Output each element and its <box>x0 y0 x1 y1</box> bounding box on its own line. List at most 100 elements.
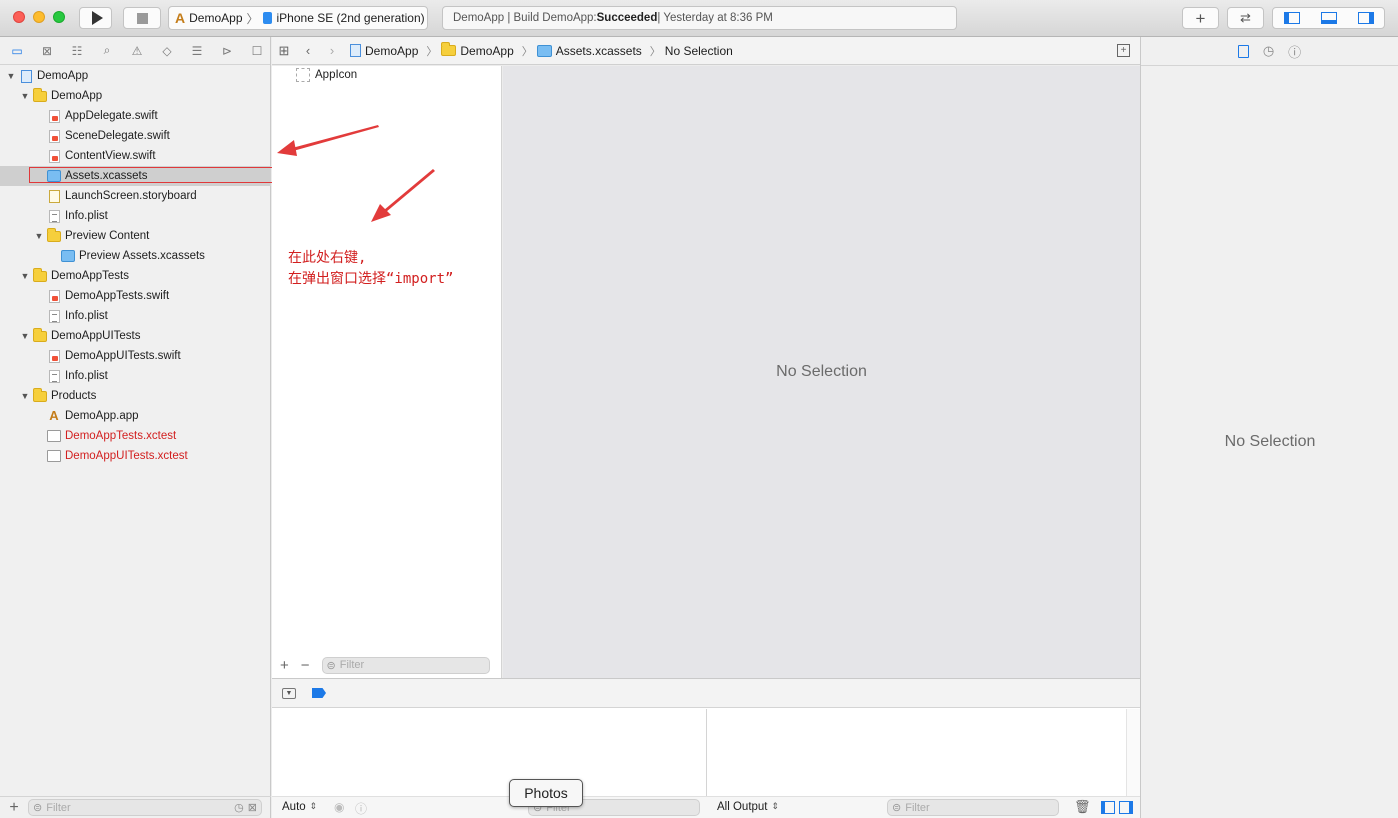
navigator-item[interactable]: DemoAppUITests.xctest <box>0 446 271 466</box>
quick-look-eye-icon[interactable]: ◉ <box>334 800 344 814</box>
toggle-navigator-icon[interactable] <box>1283 12 1300 24</box>
test-bundle-icon <box>47 449 61 463</box>
navigator-item-label: SceneDelegate.swift <box>65 130 170 142</box>
show-variables-view-icon[interactable] <box>1101 801 1115 814</box>
zoom-window-button[interactable] <box>53 11 65 23</box>
asset-item-appicon[interactable]: AppIcon <box>296 68 357 82</box>
console-filter-field[interactable]: ⊜ Filter <box>887 799 1059 816</box>
report-icon[interactable]: ☐ <box>246 42 268 60</box>
navigator-filter-placeholder: Filter <box>46 801 71 814</box>
console-output-select[interactable]: All Output ⇕ <box>717 801 779 813</box>
breadcrumb-label: No Selection <box>664 43 733 58</box>
navigator-item[interactable]: ▼ DemoApp <box>0 86 271 106</box>
window-toolbar: A DemoApp 〉 iPhone SE (2nd generation) D… <box>0 0 1398 37</box>
add-asset-button[interactable]: + <box>280 657 289 674</box>
disclosure-triangle-icon[interactable]: ▼ <box>6 71 16 81</box>
quick-help-icon[interactable]: ⓘ <box>1288 42 1301 61</box>
asset-catalog-list[interactable]: AppIcon 在此处右键, 在弹出窗口选择“import” + − ⊜ Fil… <box>272 66 502 678</box>
navigator-item[interactable]: ▼ DemoApp <box>0 66 271 86</box>
related-items-icon[interactable]: ⊞ <box>272 43 296 59</box>
navigator-item-label: DemoAppTests.swift <box>65 290 170 302</box>
status-suffix: | Yesterday at 8:36 PM <box>657 12 773 24</box>
chevron-updown-icon: ⇕ <box>309 801 318 811</box>
navigator-item-label: Preview Assets.xcassets <box>79 250 205 262</box>
add-file-button[interactable]: + <box>0 799 28 817</box>
breadcrumb-group[interactable]: DemoApp <box>441 42 514 58</box>
swift-file-icon <box>47 109 61 123</box>
disclosure-triangle-icon[interactable]: ▼ <box>20 271 30 281</box>
find-icon[interactable]: ⌕ <box>96 42 118 60</box>
navigator-item-label: LaunchScreen.storyboard <box>65 190 197 202</box>
debug-icon[interactable]: ☰ <box>186 42 208 60</box>
breadcrumb-file[interactable]: Assets.xcassets <box>536 44 642 58</box>
navigator-item[interactable]: AppDelegate.swift <box>0 106 271 126</box>
test-icon[interactable]: ◇ <box>156 42 178 60</box>
minimize-window-button[interactable] <box>33 11 45 23</box>
navigator-item[interactable]: ▼ DemoAppTests <box>0 266 271 286</box>
status-prefix: DemoApp | Build DemoApp: <box>453 12 597 24</box>
disclosure-triangle-icon[interactable]: ▼ <box>20 91 30 101</box>
issue-icon[interactable]: ⚠ <box>126 42 148 60</box>
variables-scope-select[interactable]: Auto ⇕ <box>282 801 317 813</box>
info-icon[interactable]: ⓘ <box>355 800 367 817</box>
navigator-item-label: DemoApp <box>37 70 89 82</box>
storyboard-file-icon <box>47 189 61 203</box>
navigator-item[interactable]: ▼ Preview Content <box>0 226 271 246</box>
hide-debug-area-icon[interactable]: ▼ <box>282 687 296 699</box>
navigator-item[interactable]: SceneDelegate.swift <box>0 126 271 146</box>
navigator-item[interactable]: DemoAppUITests.swift <box>0 346 271 366</box>
breakpoint-icon[interactable]: ⊳ <box>216 42 238 60</box>
navigator-item[interactable]: Info.plist <box>0 306 271 326</box>
navigator-item[interactable]: Preview Assets.xcassets <box>0 246 271 266</box>
disclosure-triangle-icon[interactable]: ▼ <box>20 391 30 401</box>
navigator-item[interactable]: ▼ DemoAppUITests <box>0 326 271 346</box>
trash-icon[interactable]: 🗑 <box>1074 799 1091 815</box>
back-arrow-icon[interactable]: ‹ <box>296 43 320 58</box>
navigator-item-label: Info.plist <box>65 310 108 322</box>
remove-asset-button[interactable]: − <box>301 657 310 674</box>
library-button[interactable]: + <box>1182 7 1219 29</box>
recent-files-icon[interactable]: ◷ <box>234 801 244 814</box>
asset-filter-field[interactable]: ⊜ Filter <box>321 656 490 674</box>
navigator-item[interactable]: LaunchScreen.storyboard <box>0 186 271 206</box>
navigator-item[interactable]: Info.plist <box>0 366 271 386</box>
variables-scope-value: Auto <box>282 801 306 813</box>
code-review-button[interactable]: ⇄ <box>1227 7 1264 29</box>
show-console-view-icon[interactable] <box>1119 801 1133 814</box>
project-file-icon <box>350 44 361 57</box>
scm-filter-icon[interactable]: ⊠ <box>248 801 257 814</box>
disclosure-triangle-icon[interactable]: ▼ <box>34 231 44 241</box>
run-button[interactable] <box>79 7 112 29</box>
scheme-device[interactable]: iPhone SE (2nd generation) <box>277 11 425 25</box>
scheme-target[interactable]: DemoApp <box>189 11 242 25</box>
breakpoints-toggle-icon[interactable] <box>312 688 326 698</box>
toggle-inspector-icon[interactable] <box>1357 12 1374 24</box>
navigator-item[interactable]: Assets.xcassets <box>0 166 271 186</box>
folder-icon[interactable]: ▭ <box>6 42 28 60</box>
navigator-item[interactable]: Info.plist <box>0 206 271 226</box>
scheme-selector[interactable]: A DemoApp 〉 iPhone SE (2nd generation) <box>168 6 428 30</box>
navigator-filter-field[interactable]: ⊜ Filter ◷ ⊠ <box>28 799 262 816</box>
source-control-icon[interactable]: ⊠ <box>36 42 58 60</box>
navigator-item[interactable]: DemoAppTests.swift <box>0 286 271 306</box>
forward-arrow-icon[interactable]: › <box>320 43 344 58</box>
navigator-item[interactable]: DemoAppTests.xctest <box>0 426 271 446</box>
history-inspector-icon[interactable]: ◷ <box>1263 43 1274 59</box>
annotation-line-2: 在弹出窗口选择“import” <box>288 271 454 287</box>
folder-icon <box>33 387 47 403</box>
disclosure-triangle-icon[interactable]: ▼ <box>20 331 30 341</box>
breadcrumb-selection[interactable]: No Selection <box>665 44 733 58</box>
file-inspector-icon[interactable] <box>1237 44 1249 58</box>
add-editor-icon[interactable]: + <box>1117 44 1130 57</box>
stop-button[interactable] <box>123 7 161 29</box>
navigator-item[interactable]: A DemoApp.app <box>0 406 271 426</box>
breadcrumb-project[interactable]: DemoApp <box>350 44 418 58</box>
navigator-item[interactable]: ▼ Products <box>0 386 271 406</box>
symbol-icon[interactable]: ☷ <box>66 42 88 60</box>
editor-area[interactable]: No Selection <box>503 66 1140 678</box>
close-window-button[interactable] <box>13 11 25 23</box>
navigator-item[interactable]: ContentView.swift <box>0 146 271 166</box>
toggle-debug-area-icon[interactable] <box>1320 12 1337 24</box>
status-result: Succeeded <box>596 12 658 24</box>
console-output-value: All Output <box>717 801 768 813</box>
